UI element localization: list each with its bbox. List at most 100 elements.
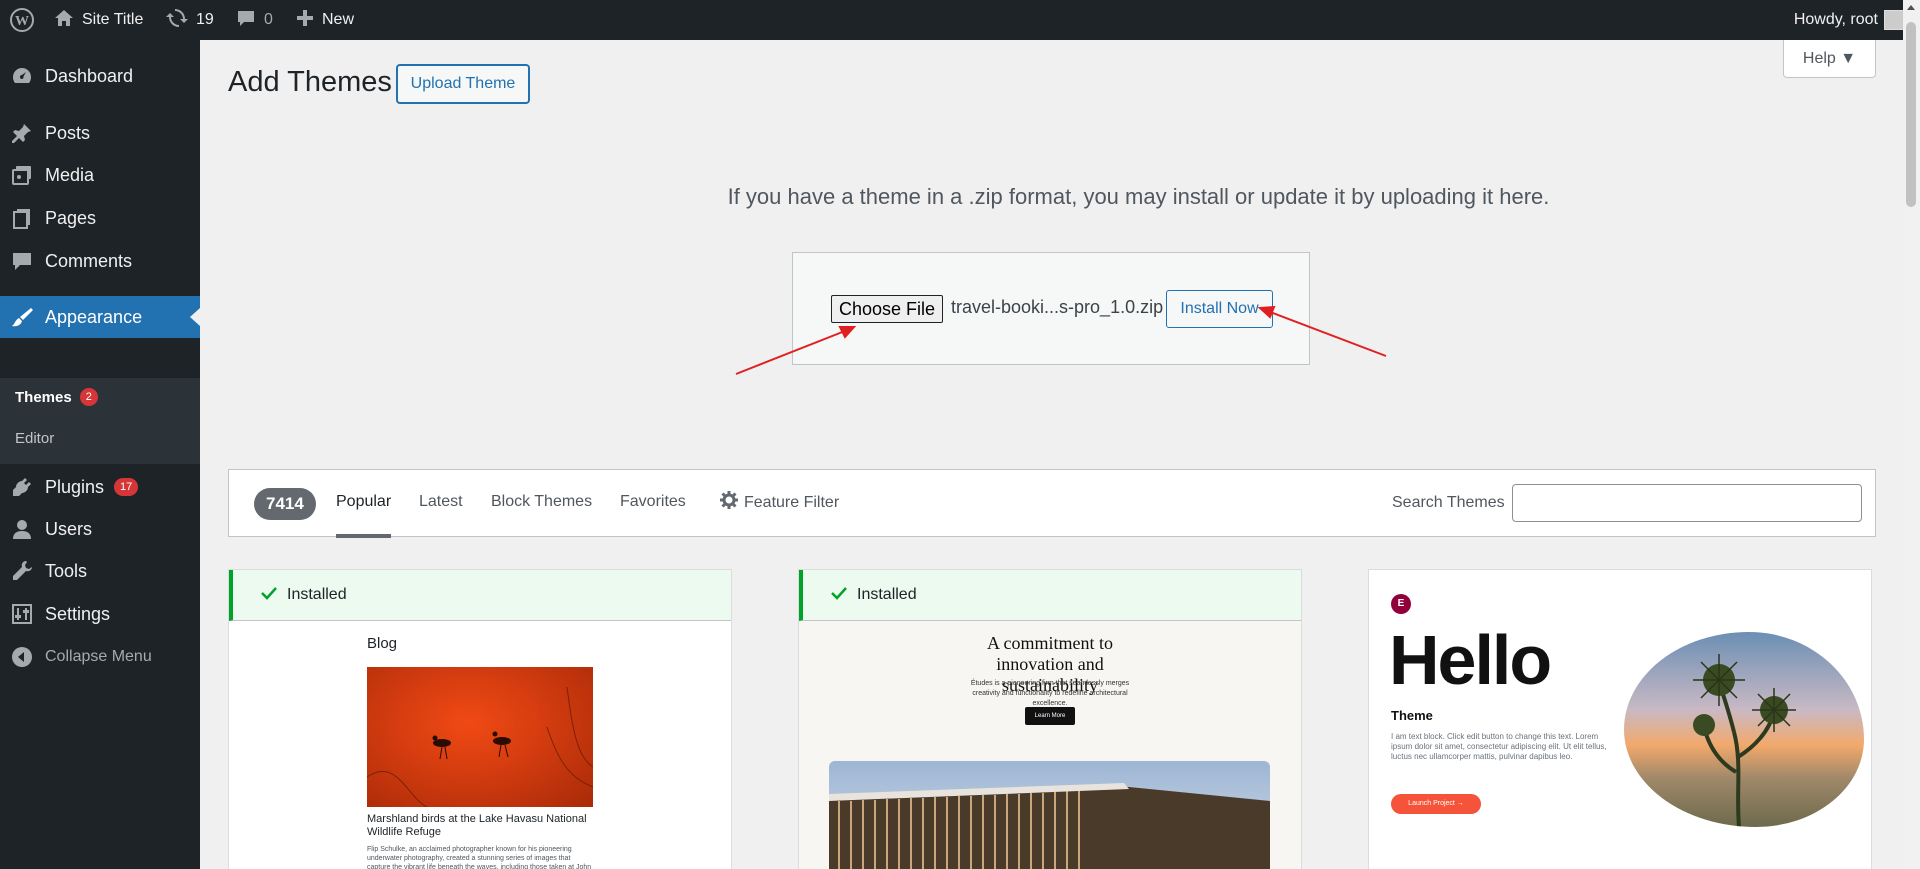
- plugin-icon: [10, 475, 34, 499]
- preview-caption: Marshland birds at the Lake Havasu Natio…: [367, 813, 587, 838]
- plus-icon: [296, 9, 314, 32]
- tab-popular[interactable]: Popular: [336, 493, 391, 511]
- tab-favorites[interactable]: Favorites: [620, 493, 686, 511]
- preview-image: [367, 667, 593, 807]
- help-button[interactable]: Help ▼: [1783, 40, 1876, 78]
- page-scrollbar[interactable]: [1903, 0, 1920, 869]
- sidebar-item-plugins[interactable]: Plugins 17: [0, 467, 200, 507]
- sidebar-item-label: Plugins: [45, 476, 105, 497]
- tab-latest[interactable]: Latest: [419, 493, 463, 511]
- theme-filter-bar: 7414 Popular Latest Block Themes Favorit…: [228, 469, 1876, 538]
- submenu-item-editor[interactable]: Editor: [15, 430, 54, 447]
- upload-theme-button[interactable]: Upload Theme: [396, 64, 530, 104]
- installed-label: Installed: [857, 586, 917, 603]
- tab-block-themes[interactable]: Block Themes: [491, 493, 592, 511]
- main-content: Add Themes Upload Theme Help ▼ If you ha…: [200, 40, 1900, 869]
- preview-button: Launch Project →: [1391, 794, 1481, 814]
- theme-screenshot: E Hello Theme I am text block. Click edi…: [1369, 570, 1871, 869]
- pushpin-icon: [10, 121, 34, 145]
- pages-icon: [10, 206, 34, 230]
- submenu-item-themes[interactable]: Themes 2: [15, 388, 98, 406]
- account-menu[interactable]: Howdy, root: [1794, 0, 1878, 40]
- search-themes-input[interactable]: [1512, 484, 1862, 522]
- site-title: Site Title: [82, 11, 144, 28]
- preview-subheading: Theme: [1391, 708, 1433, 723]
- elementor-logo-icon: E: [1391, 594, 1411, 614]
- scrollbar-thumb[interactable]: [1906, 22, 1916, 207]
- themes-update-badge: 2: [79, 388, 98, 406]
- installed-notice: Installed: [229, 570, 731, 621]
- sidebar-item-tools[interactable]: Tools: [0, 551, 200, 591]
- collapse-menu-button[interactable]: Collapse Menu: [0, 637, 200, 677]
- site-title-link[interactable]: Site Title: [54, 0, 143, 40]
- updates-count: 19: [196, 11, 214, 28]
- sidebar-item-dashboard[interactable]: Dashboard: [0, 56, 200, 96]
- choose-file-button[interactable]: Choose File: [831, 295, 943, 323]
- install-now-button[interactable]: Install Now: [1166, 290, 1273, 328]
- preview-title: Blog: [367, 635, 398, 652]
- admin-bar: W Site Title 19 0 New Howdy, root: [0, 0, 1920, 40]
- comment-bubble-icon: [10, 249, 34, 273]
- selected-file-name: travel-booki...s-pro_1.0.zip: [951, 297, 1164, 317]
- feature-filter-button[interactable]: Feature Filter: [720, 491, 839, 514]
- preview-text: Flip Schulke, an acclaimed photographer …: [367, 846, 592, 869]
- theme-screenshot: Blog Marshland birds at the Lake Havasu …: [229, 621, 731, 869]
- dashboard-icon: [10, 64, 34, 88]
- sidebar-item-label: Media: [45, 164, 95, 185]
- preview-image: [1624, 632, 1864, 827]
- sidebar-item-label: Posts: [45, 122, 91, 143]
- theme-card[interactable]: Installed A commitment to innovation and…: [798, 569, 1302, 869]
- sidebar-item-label: Users: [45, 518, 93, 539]
- sidebar-item-label: Settings: [45, 603, 111, 624]
- submenu-item-label: Editor: [15, 430, 55, 447]
- new-content-link[interactable]: New: [296, 0, 354, 40]
- user-icon: [10, 517, 34, 541]
- sidebar-item-settings[interactable]: Settings: [0, 594, 200, 634]
- howdy-text: Howdy, root: [1793, 11, 1878, 28]
- sidebar-item-label: Comments: [45, 250, 133, 271]
- media-icon: [10, 163, 34, 187]
- admin-sidebar: Dashboard Posts Media Pages Comments App…: [0, 40, 200, 869]
- theme-card[interactable]: E Hello Theme I am text block. Click edi…: [1368, 569, 1872, 869]
- upload-form: Choose File travel-booki...s-pro_1.0.zip…: [792, 252, 1310, 365]
- wordpress-logo-icon[interactable]: W: [10, 0, 34, 40]
- page-title: Add Themes: [228, 66, 392, 98]
- sidebar-item-comments[interactable]: Comments: [0, 241, 200, 281]
- submenu-item-label: Themes: [15, 388, 72, 406]
- theme-card[interactable]: Installed Blog Marshland birds at the La…: [228, 569, 732, 869]
- svg-text:W: W: [15, 14, 29, 29]
- preview-image: [829, 761, 1270, 869]
- theme-count-badge: 7414: [254, 488, 316, 520]
- checkmark-icon: [261, 586, 277, 605]
- checkmark-icon: [831, 586, 847, 605]
- comment-bubble-icon: [236, 8, 256, 33]
- installed-notice: Installed: [799, 570, 1301, 621]
- sidebar-item-label: Collapse Menu: [45, 648, 152, 665]
- comments-link[interactable]: 0: [236, 0, 273, 40]
- scroll-up-arrow-icon[interactable]: [1907, 5, 1915, 10]
- active-tab-indicator: [336, 534, 391, 538]
- preview-button: Learn More: [1025, 707, 1075, 725]
- gear-icon: [720, 491, 738, 514]
- feature-filter-label: Feature Filter: [744, 493, 840, 511]
- plugins-update-badge: 17: [114, 478, 139, 496]
- sidebar-item-media[interactable]: Media: [0, 155, 200, 195]
- sidebar-item-pages[interactable]: Pages: [0, 198, 200, 238]
- refresh-icon: [166, 7, 188, 34]
- sidebar-item-label: Tools: [45, 560, 88, 581]
- wrench-icon: [10, 559, 34, 583]
- updates-link[interactable]: 19: [166, 0, 214, 40]
- sidebar-item-label: Dashboard: [45, 65, 134, 86]
- sidebar-item-users[interactable]: Users: [0, 509, 200, 549]
- collapse-arrow-icon: [10, 645, 34, 669]
- sidebar-item-posts[interactable]: Posts: [0, 113, 200, 153]
- sidebar-item-label: Pages: [45, 207, 97, 228]
- theme-screenshot: A commitment to innovation and sustainab…: [799, 621, 1301, 869]
- new-label: New: [322, 11, 355, 28]
- sidebar-item-appearance[interactable]: Appearance: [0, 296, 200, 338]
- appearance-submenu: Themes 2 Editor: [0, 378, 200, 464]
- avatar[interactable]: [1884, 10, 1904, 30]
- upload-description: If you have a theme in a .zip format, yo…: [727, 184, 1550, 209]
- paintbrush-icon: [10, 305, 34, 329]
- search-themes-label: Search Themes: [1392, 494, 1505, 511]
